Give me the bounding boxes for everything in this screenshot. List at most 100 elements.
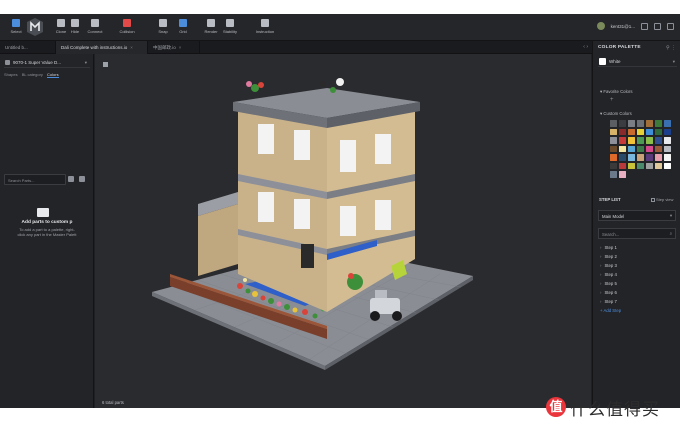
color-swatch[interactable]	[646, 162, 653, 169]
step-search-input[interactable]: Search... ⌕	[598, 228, 676, 239]
color-swatch[interactable]	[628, 145, 635, 152]
3d-viewport[interactable]: 6 total parts	[95, 54, 591, 408]
add-step-button[interactable]: + Add Step	[600, 308, 678, 317]
color-swatch[interactable]	[664, 162, 671, 169]
color-swatch[interactable]	[655, 128, 662, 135]
chevron-right-icon: ›	[600, 245, 602, 250]
toolbar-button-grid[interactable]: Grid	[170, 16, 196, 38]
color-swatch[interactable]	[619, 120, 626, 127]
tab-close-icon[interactable]: ×	[179, 45, 182, 50]
color-swatch[interactable]	[655, 145, 662, 152]
tab-shapes[interactable]: Shapes	[4, 72, 18, 77]
tab-china-post[interactable]: 中国邮政.io ×	[148, 41, 200, 54]
color-swatch[interactable]	[646, 137, 653, 144]
toolbar-button-connect[interactable]: Connect	[82, 16, 108, 38]
toolbar-button-collision[interactable]: Collision	[114, 16, 140, 38]
color-swatch[interactable]	[619, 137, 626, 144]
tab-nav-arrows[interactable]: ‹ ›	[583, 44, 588, 50]
user-name[interactable]: kent31@1...	[611, 24, 635, 29]
toolbar-button-label: Stability	[222, 29, 237, 34]
model-select[interactable]: Main Model ▾	[598, 210, 676, 221]
color-swatch[interactable]	[610, 145, 617, 152]
color-swatch[interactable]	[664, 154, 671, 161]
color-swatch[interactable]	[610, 171, 617, 178]
color-swatch[interactable]	[610, 120, 617, 127]
color-swatch[interactable]	[637, 162, 644, 169]
step-list: › Step 1 › Step 2 › Step 3 › Step 4 › Step 5 › Step…	[600, 245, 678, 317]
color-swatch[interactable]	[637, 128, 644, 135]
grid-view-icon[interactable]	[68, 176, 74, 182]
color-swatch[interactable]	[664, 128, 671, 135]
window-icon[interactable]	[654, 22, 661, 30]
tab-untitled[interactable]: Untitled b...	[0, 41, 56, 54]
step-item[interactable]: › Step 3	[600, 263, 678, 272]
render-icon	[207, 19, 215, 27]
list-view-icon[interactable]	[79, 176, 85, 182]
color-swatch[interactable]	[646, 154, 653, 161]
color-swatch[interactable]	[637, 120, 644, 127]
step-item[interactable]: › Step 5	[600, 281, 678, 290]
color-swatch[interactable]	[619, 171, 626, 178]
tab-close-icon[interactable]: ×	[130, 45, 133, 50]
custom-colors-label[interactable]: ▾ Custom Colors	[600, 111, 632, 117]
set-icon	[5, 60, 10, 65]
color-swatch[interactable]	[628, 162, 635, 169]
color-swatch[interactable]	[646, 128, 653, 135]
palette-set-select[interactable]: 9070-1 Super Value D... ▾	[4, 58, 90, 68]
checkbox-icon	[651, 197, 655, 202]
color-swatch[interactable]	[655, 154, 662, 161]
color-swatch[interactable]	[655, 120, 662, 127]
color-swatch[interactable]	[646, 145, 653, 152]
color-swatch[interactable]	[619, 162, 626, 169]
color-swatch[interactable]	[655, 137, 662, 144]
color-swatch[interactable]	[610, 137, 617, 144]
step-item[interactable]: › Step 6	[600, 290, 678, 299]
color-swatch[interactable]	[646, 120, 653, 127]
color-swatch[interactable]	[628, 120, 635, 127]
favorite-colors-label[interactable]: ▾ Favorite Colors	[600, 89, 633, 95]
toolbar-button-stability[interactable]: Stability	[217, 16, 243, 38]
color-swatch[interactable]	[664, 145, 671, 152]
color-swatch[interactable]	[619, 145, 626, 152]
color-swatch[interactable]	[610, 154, 617, 161]
color-swatch[interactable]	[610, 162, 617, 169]
tab-bl-category[interactable]: BL category	[22, 72, 43, 77]
color-swatch[interactable]	[637, 137, 644, 144]
toolbar-button-label: Collision	[119, 29, 135, 34]
watermark-logo: 值	[546, 397, 566, 417]
color-swatch[interactable]	[637, 154, 644, 161]
layout-icon[interactable]	[641, 22, 648, 30]
color-swatch[interactable]	[628, 137, 635, 144]
step-label: Step 5	[604, 281, 617, 286]
selected-color-select[interactable]: White ▾	[598, 57, 677, 67]
step-item[interactable]: › Step 7	[600, 299, 678, 308]
instruction-icon	[261, 19, 269, 27]
color-swatch[interactable]	[628, 154, 635, 161]
color-swatch[interactable]	[655, 162, 662, 169]
color-swatch[interactable]	[664, 137, 671, 144]
tab-colors[interactable]: Colors	[47, 72, 59, 78]
color-swatch[interactable]	[619, 128, 626, 135]
step-item[interactable]: › Step 2	[600, 254, 678, 263]
building-model-render[interactable]	[95, 54, 591, 408]
panel-header-icons[interactable]: ⚲ ⋮	[666, 45, 676, 51]
step-view-checkbox[interactable]: Step view	[651, 197, 673, 202]
studio-app-window: Select Clone Hide Connect Collision Snap Grid R…	[0, 14, 680, 408]
color-swatch[interactable]	[628, 128, 635, 135]
viewport-menu-icon[interactable]	[103, 62, 108, 67]
color-swatch[interactable]	[664, 120, 671, 127]
chevron-down-icon: ▾	[669, 213, 672, 218]
add-favorite-button[interactable]: +	[610, 97, 614, 103]
color-swatch[interactable]	[637, 145, 644, 152]
chevron-right-icon: ›	[600, 290, 602, 295]
step-item[interactable]: › Step 1	[600, 245, 678, 254]
avatar[interactable]	[596, 22, 605, 30]
export-icon[interactable]	[667, 22, 674, 30]
tab-dali-complete[interactable]: Dali Complete with instructions.io ×	[56, 41, 148, 54]
color-swatch[interactable]	[619, 154, 626, 161]
color-swatch[interactable]	[610, 128, 617, 135]
search-parts-input[interactable]: Search Parts...	[4, 174, 66, 185]
app-logo-icon	[26, 17, 44, 37]
step-item[interactable]: › Step 4	[600, 272, 678, 281]
toolbar-button-instruction[interactable]: Instruction	[252, 16, 278, 38]
